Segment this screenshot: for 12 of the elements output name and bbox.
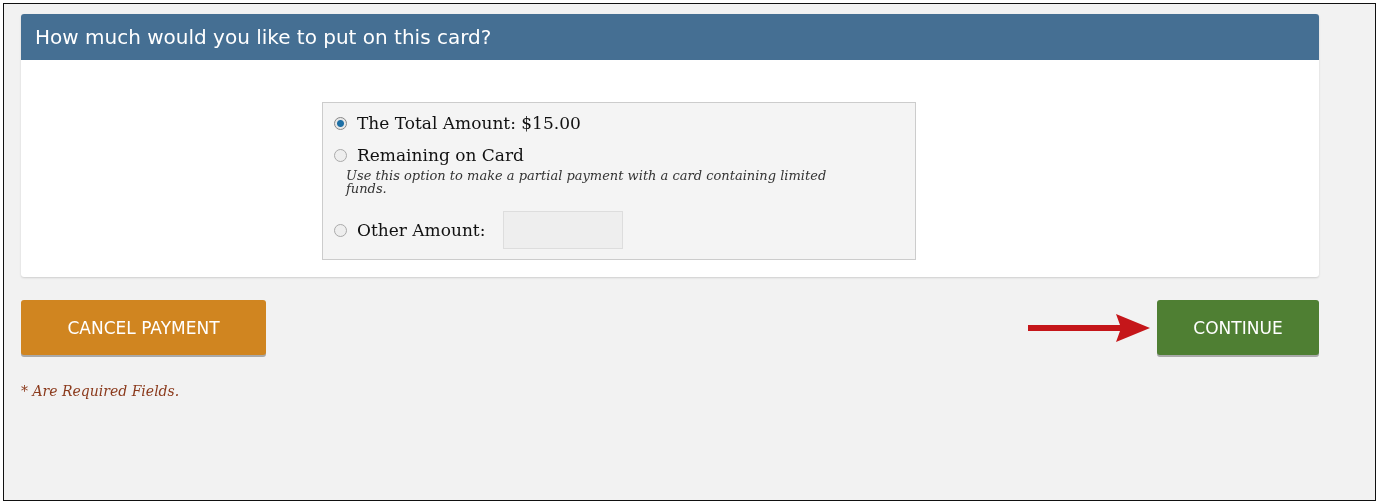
radio-button[interactable] [334,148,347,162]
cancel-button[interactable]: CANCEL PAYMENT [21,300,266,355]
required-note: * Are Required Fields. [21,383,181,399]
radio-button[interactable] [334,223,347,237]
continue-button[interactable]: CONTINUE [1157,300,1319,355]
arrow-icon [1028,313,1150,342]
option-label: Remaining on Card [357,145,524,165]
radio-button[interactable] [334,116,347,130]
panel-header: How much would you like to put on this card? [21,14,1319,60]
option-description: Use this option to make a partial payment with a card containing limited funds. [346,169,828,195]
option-label: The Total Amount: $15.00 [357,113,581,133]
option-label: Other Amount: [357,220,486,240]
